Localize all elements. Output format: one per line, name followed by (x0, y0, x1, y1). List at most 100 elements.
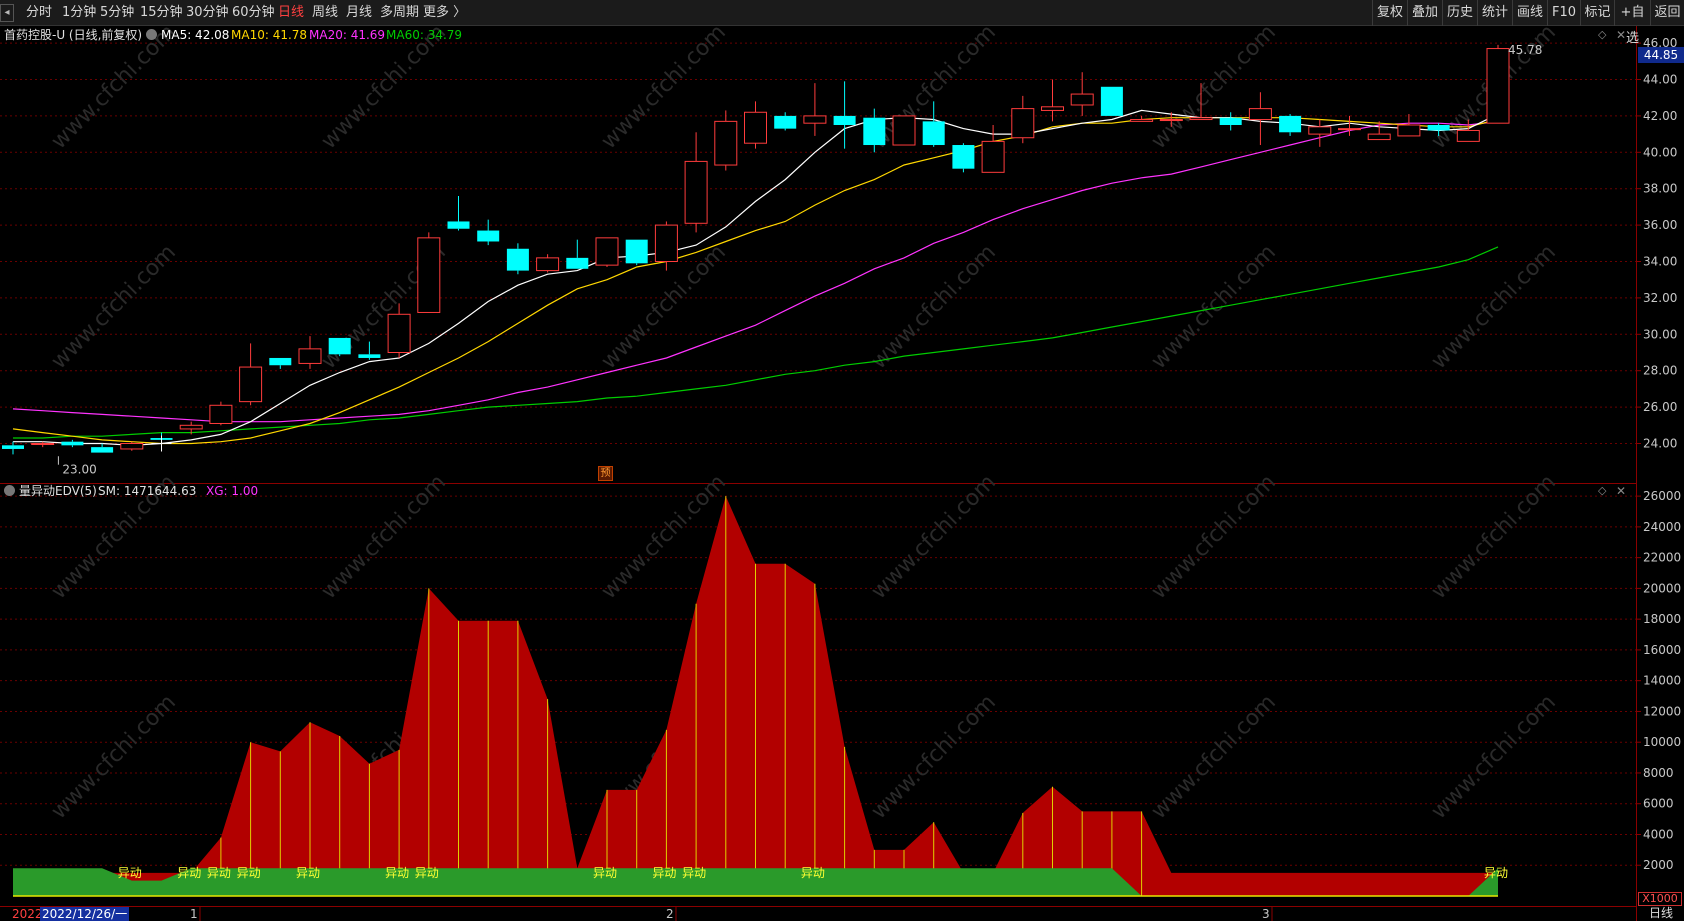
signal-label[interactable]: 异动 (682, 866, 706, 880)
candle[interactable] (91, 443, 114, 453)
period-tab-1[interactable]: 1分钟 (62, 0, 96, 26)
signal-label[interactable]: 异动 (1484, 866, 1508, 880)
tool-button-0[interactable]: 复权 (1372, 0, 1407, 26)
period-tab-8[interactable]: 月线 (346, 0, 372, 26)
signal-label[interactable]: 异动 (415, 866, 439, 880)
candle[interactable] (1070, 72, 1094, 116)
candle[interactable] (1397, 114, 1421, 137)
candle[interactable] (892, 115, 916, 146)
volume-indicator[interactable]: 异动 异动 异动 异动 异动 异动 异动 异动 异动 异动 异动 异动 (13, 496, 1508, 897)
current-price-tag: 44.85 (1638, 47, 1684, 63)
tool-button-4[interactable]: 画线 (1512, 0, 1547, 26)
candlesticks[interactable] (2, 44, 1510, 455)
candle[interactable] (1248, 92, 1272, 146)
period-tab-9[interactable]: 多周期 (380, 0, 419, 26)
candle[interactable] (447, 195, 470, 231)
candle[interactable] (684, 132, 708, 233)
candle[interactable] (1011, 95, 1035, 144)
candle[interactable] (803, 83, 827, 136)
indicator-diamond-icon[interactable]: ◇ (1598, 484, 1612, 498)
chart-info-bar: 首药控股-U (日线,前复权) MA5: 42.08 MA10: 41.78 M… (0, 26, 1632, 44)
candle[interactable] (1308, 119, 1332, 147)
candle[interactable] (298, 336, 322, 369)
period-tab-2[interactable]: 5分钟 (100, 0, 134, 26)
signal-label[interactable]: 异动 (801, 866, 825, 880)
signal-label[interactable]: 异动 (385, 866, 409, 880)
candle[interactable] (417, 232, 441, 313)
candle[interactable] (595, 237, 619, 267)
candle[interactable] (1100, 86, 1123, 116)
date-axis: 2022 2022/12/26/一 1 2 3 (0, 906, 1636, 921)
candle[interactable] (239, 343, 263, 406)
candle-body-down (91, 447, 114, 453)
stock-title[interactable]: 首药控股-U (日线,前复权) (4, 26, 142, 44)
forecast-badge[interactable]: 预 (598, 466, 613, 481)
candle[interactable] (328, 337, 351, 357)
indicator-settings-icon[interactable] (4, 485, 15, 496)
signal-label[interactable]: 异动 (177, 866, 201, 880)
indicator-name[interactable]: 量异动EDV(5) (19, 482, 97, 500)
candle[interactable] (269, 357, 292, 369)
candle[interactable] (1486, 44, 1510, 124)
candle[interactable] (120, 441, 144, 451)
candle[interactable] (774, 112, 797, 131)
collapse-arrow-icon[interactable]: ◂ (0, 4, 14, 22)
volume-unit-label: X1000 (1638, 892, 1682, 906)
price-tick-label: 28.00 (1643, 364, 1677, 378)
period-tab-10[interactable]: 更多 〉 (423, 0, 466, 26)
candle[interactable] (566, 239, 589, 269)
volume-tick-label: 16000 (1643, 643, 1681, 657)
period-tab-5[interactable]: 60分钟 (232, 0, 275, 26)
candle[interactable] (477, 219, 500, 246)
candle[interactable] (744, 101, 767, 149)
candle-body-down (506, 248, 529, 271)
signal-label[interactable]: 异动 (296, 866, 320, 880)
candle-body-up (1397, 124, 1421, 137)
signal-label[interactable]: 异动 (652, 866, 676, 880)
candle-body-up (120, 443, 144, 450)
candle-body-up (714, 120, 738, 166)
candle-body-down (447, 221, 470, 229)
signal-label[interactable]: 异动 (207, 866, 231, 880)
tool-button-8[interactable]: 返回 (1650, 0, 1684, 26)
indicator-close-icon[interactable]: ✕ (1616, 484, 1630, 498)
candle[interactable] (536, 254, 560, 273)
tool-button-7[interactable]: +自选 (1614, 0, 1650, 46)
high-price-label: 45.78 (1508, 43, 1542, 57)
period-tab-4[interactable]: 30分钟 (186, 0, 229, 26)
candle[interactable] (1219, 112, 1242, 131)
low-price-label: 23.00 (62, 463, 96, 477)
signal-label[interactable]: 异动 (593, 866, 617, 880)
candle[interactable] (61, 439, 84, 448)
period-tab-0[interactable]: 分时 (26, 0, 52, 26)
watermark-text: www.cfchi.com (1147, 240, 1281, 374)
candle-body-up (417, 237, 441, 313)
candle[interactable] (1041, 79, 1064, 122)
candle[interactable] (209, 401, 233, 426)
period-tab-3[interactable]: 15分钟 (140, 0, 183, 26)
settings-circle-icon[interactable] (146, 29, 157, 40)
candle[interactable] (506, 243, 529, 275)
price-tick-label: 30.00 (1643, 327, 1677, 341)
candle[interactable] (833, 81, 856, 149)
tool-button-3[interactable]: 统计 (1477, 0, 1512, 26)
candle[interactable] (714, 110, 738, 171)
tool-button-2[interactable]: 历史 (1442, 0, 1477, 26)
price-tick-label: 24.00 (1643, 437, 1677, 451)
candle[interactable] (1279, 114, 1302, 136)
signal-label[interactable]: 异动 (237, 866, 261, 880)
close-icon[interactable]: ✕ (1616, 28, 1630, 42)
tool-button-6[interactable]: 标记 (1580, 0, 1614, 26)
volume-tick-label: 12000 (1643, 704, 1681, 718)
candle[interactable] (952, 143, 975, 173)
period-tab-7[interactable]: 周线 (312, 0, 338, 26)
tool-button-5[interactable]: F10 (1547, 0, 1580, 26)
kline-chart[interactable]: www.cfchi.com www.cfchi.com www.cfchi.com w… (0, 0, 1684, 921)
signal-label[interactable]: 异动 (118, 866, 142, 880)
candle-body-up (209, 404, 233, 424)
candle[interactable] (625, 239, 648, 266)
tool-button-1[interactable]: 叠加 (1407, 0, 1442, 26)
period-tab-6[interactable]: 日线 (278, 0, 304, 26)
diamond-icon[interactable]: ◇ (1598, 28, 1612, 42)
moving-average-lines (12, 109, 1499, 446)
